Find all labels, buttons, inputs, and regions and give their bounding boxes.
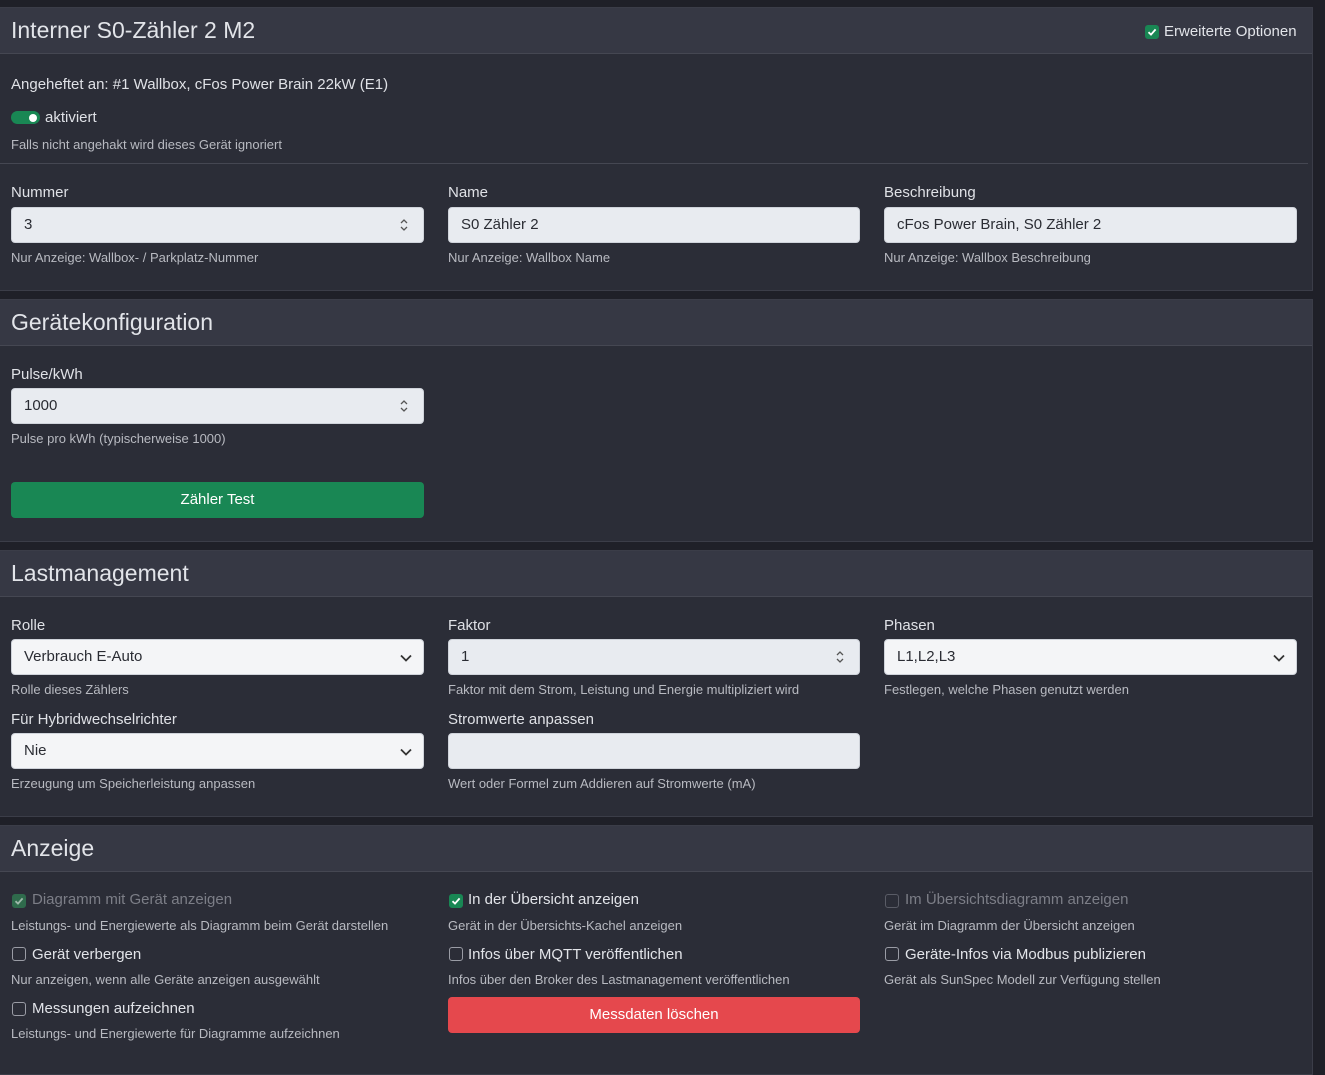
overview-checkbox[interactable] — [449, 894, 463, 908]
hybrid-value: Nie — [24, 742, 47, 759]
spinner-arrows-icon[interactable] — [399, 398, 409, 414]
number-input[interactable]: 3 — [11, 207, 424, 243]
overview-diagram-hint: Gerät im Diagramm der Übersicht anzeigen — [884, 918, 1135, 933]
name-value: S0 Zähler 2 — [461, 216, 539, 233]
name-input[interactable]: S0 Zähler 2 — [448, 207, 860, 243]
device-card: Interner S0-Zähler 2 M2 Erweiterte Optio… — [0, 7, 1313, 291]
modbus-checkbox[interactable] — [885, 947, 899, 961]
toggle-knob-icon — [29, 114, 37, 122]
hide-checkbox[interactable] — [12, 947, 26, 961]
hybrid-select[interactable]: Nie — [11, 733, 424, 769]
role-value: Verbrauch E-Auto — [24, 648, 143, 665]
display-title: Anzeige — [11, 835, 95, 861]
current-adjust-label: Stromwerte anpassen — [448, 711, 594, 728]
name-label: Name — [448, 184, 489, 201]
load-title: Lastmanagement — [11, 560, 189, 586]
diagram-hint: Leistungs- und Energiewerte als Diagramm… — [11, 918, 389, 933]
number-value: 3 — [24, 216, 33, 233]
record-label[interactable]: Messungen aufzeichnen — [32, 1000, 195, 1017]
number-hint: Nur Anzeige: Wallbox- / Parkplatz-Nummer — [11, 250, 259, 265]
check-icon — [14, 897, 24, 905]
display-card: Anzeige Diagramm mit Gerät anzeigen Leis… — [0, 825, 1313, 1075]
config-title: Gerätekonfiguration — [11, 309, 214, 335]
attached-to-text: Angeheftet an: #1 Wallbox, cFos Power Br… — [11, 76, 389, 93]
spinner-arrows-icon[interactable] — [835, 649, 845, 665]
enabled-hint: Falls nicht angehakt wird dieses Gerät i… — [11, 137, 282, 152]
delete-measurements-button[interactable]: Messdaten löschen — [448, 997, 860, 1033]
chevron-down-icon — [400, 748, 412, 756]
pulse-input[interactable]: 1000 — [11, 388, 424, 424]
overview-hint: Gerät in der Übersichts-Kachel anzeigen — [448, 918, 683, 933]
diagram-checkbox[interactable] — [12, 894, 26, 908]
mqtt-hint: Infos über den Broker des Lastmanagement… — [448, 972, 790, 987]
overview-diagram-label[interactable]: Im Übersichtsdiagramm anzeigen — [905, 891, 1128, 908]
description-label: Beschreibung — [884, 184, 976, 201]
section-divider — [0, 163, 1308, 164]
modbus-hint: Gerät als SunSpec Modell zur Verfügung s… — [884, 972, 1161, 987]
description-value: cFos Power Brain, S0 Zähler 2 — [897, 216, 1102, 233]
role-hint: Rolle dieses Zählers — [11, 682, 129, 697]
hide-hint: Nur anzeigen, wenn alle Geräte anzeigen … — [11, 972, 320, 987]
counter-test-button[interactable]: Zähler Test — [11, 482, 424, 518]
hybrid-hint: Erzeugung um Speicherleistung anpassen — [11, 776, 256, 791]
device-card-header: Interner S0-Zähler 2 M2 Erweiterte Optio… — [0, 8, 1312, 54]
diagram-label[interactable]: Diagramm mit Gerät anzeigen — [32, 891, 232, 908]
role-select[interactable]: Verbrauch E-Auto — [11, 639, 424, 675]
mqtt-label[interactable]: Infos über MQTT veröffentlichen — [468, 946, 683, 963]
record-checkbox[interactable] — [12, 1002, 26, 1016]
load-card-header: Lastmanagement — [0, 551, 1312, 597]
hide-label[interactable]: Gerät verbergen — [32, 946, 141, 963]
advanced-options-checkbox[interactable] — [1145, 25, 1159, 39]
enabled-toggle[interactable] — [11, 111, 40, 124]
load-card: Lastmanagement Rolle Verbrauch E-Auto Ro… — [0, 550, 1313, 817]
number-label: Nummer — [11, 184, 69, 201]
pulse-label: Pulse/kWh — [11, 366, 83, 383]
chevron-down-icon — [1273, 654, 1285, 662]
role-label: Rolle — [11, 617, 46, 634]
description-hint: Nur Anzeige: Wallbox Beschreibung — [884, 250, 1091, 265]
config-card-header: Gerätekonfiguration — [0, 300, 1312, 346]
pulse-hint: Pulse pro kWh (typischerweise 1000) — [11, 431, 226, 446]
check-icon — [451, 897, 461, 905]
factor-label: Faktor — [448, 617, 491, 634]
current-adjust-input[interactable] — [448, 733, 860, 769]
mqtt-checkbox[interactable] — [449, 947, 463, 961]
factor-hint: Faktor mit dem Strom, Leistung und Energ… — [448, 682, 800, 697]
phases-select[interactable]: L1,L2,L3 — [884, 639, 1297, 675]
enabled-label[interactable]: aktiviert — [45, 109, 97, 126]
modbus-label[interactable]: Geräte-Infos via Modbus publizieren — [905, 946, 1146, 963]
device-title: Interner S0-Zähler 2 M2 — [11, 17, 256, 43]
hybrid-label: Für Hybridwechselrichter — [11, 711, 177, 728]
phases-label: Phasen — [884, 617, 935, 634]
check-icon — [1147, 28, 1157, 36]
factor-value: 1 — [461, 648, 470, 665]
record-hint: Leistungs- und Energiewerte für Diagramm… — [11, 1026, 340, 1041]
spinner-arrows-icon[interactable] — [399, 217, 409, 233]
config-card: Gerätekonfiguration Pulse/kWh 1000 Pulse… — [0, 299, 1313, 542]
name-hint: Nur Anzeige: Wallbox Name — [448, 250, 611, 265]
description-input[interactable]: cFos Power Brain, S0 Zähler 2 — [884, 207, 1297, 243]
phases-hint: Festlegen, welche Phasen genutzt werden — [884, 682, 1129, 697]
chevron-down-icon — [400, 654, 412, 662]
advanced-options-label[interactable]: Erweiterte Optionen — [1164, 23, 1297, 40]
factor-input[interactable]: 1 — [448, 639, 860, 675]
current-adjust-hint: Wert oder Formel zum Addieren auf Stromw… — [448, 776, 756, 791]
overview-label[interactable]: In der Übersicht anzeigen — [468, 891, 639, 908]
overview-diagram-checkbox[interactable] — [885, 894, 899, 908]
pulse-value: 1000 — [24, 397, 58, 414]
display-card-header: Anzeige — [0, 826, 1312, 872]
phases-value: L1,L2,L3 — [897, 648, 956, 665]
